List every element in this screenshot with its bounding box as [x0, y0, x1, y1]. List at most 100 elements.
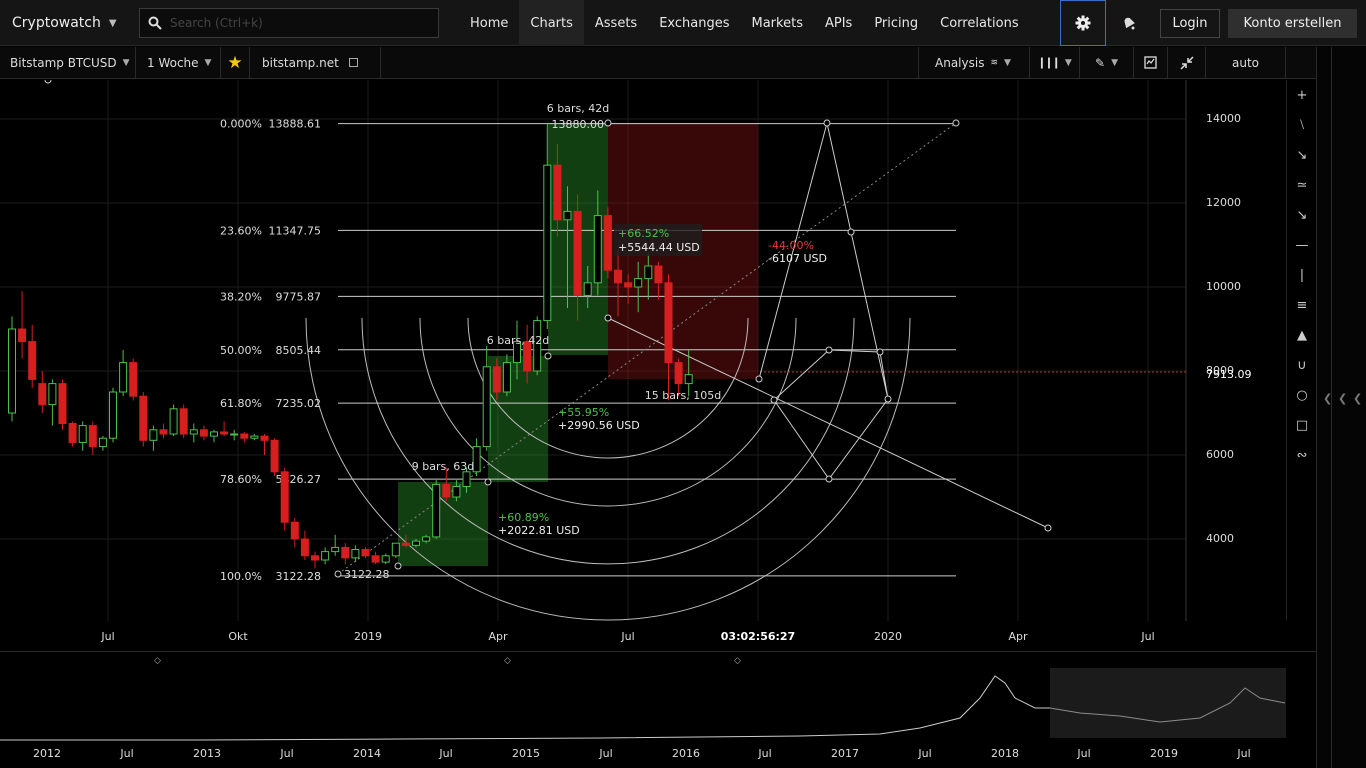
annotation-up2-usd: +2990.56 USD — [558, 419, 640, 432]
annotation-high-label: 13880.00 — [552, 118, 605, 131]
crosshair-icon[interactable]: + — [1287, 80, 1317, 110]
interval-selector[interactable]: 1 Woche ▼ — [136, 47, 221, 78]
nav-link-home[interactable]: Home — [459, 0, 519, 46]
time-tick-label: Jul — [101, 630, 115, 643]
annotation-low-label: 3122.28 — [344, 568, 390, 581]
candle-body — [109, 391, 117, 439]
scale-button[interactable]: auto — [1206, 47, 1286, 78]
drawing-menu[interactable]: ✎ ▼ — [1080, 47, 1134, 78]
candle-body — [311, 555, 319, 561]
candle-body — [583, 282, 592, 296]
line-icon[interactable]: ⧵ — [1287, 110, 1317, 140]
candle — [18, 291, 27, 359]
time-tick-label: Jul — [1141, 630, 1155, 643]
candle-body — [412, 540, 420, 546]
gear-icon — [1075, 15, 1091, 31]
candle-body — [543, 164, 552, 322]
market-label: Bitstamp BTCUSD — [10, 55, 117, 70]
overview-tick-label: Jul — [758, 747, 772, 760]
chart-type-menu[interactable]: ❙❙❙ ▼ — [1030, 47, 1080, 78]
favorite-button[interactable]: ★ — [221, 47, 250, 78]
circle-icon[interactable]: ○ — [1287, 380, 1317, 410]
nav-link-correlations[interactable]: Correlations — [929, 0, 1029, 46]
screenshot-button[interactable] — [1134, 47, 1168, 78]
price-tick-label: 12000 — [1206, 196, 1241, 209]
candle — [270, 438, 279, 476]
notifications-button[interactable] — [1106, 0, 1152, 46]
nav-link-apis[interactable]: APIs — [814, 0, 863, 46]
candle — [88, 421, 97, 455]
range-handle-right[interactable]: ◇ — [734, 656, 741, 666]
exchange-label: bitstamp.net — [262, 55, 339, 70]
fib-level-price: 11347.75 — [269, 224, 322, 237]
candle-body — [422, 536, 431, 542]
candle — [169, 404, 178, 437]
candle-body — [139, 395, 148, 441]
nav-link-pricing[interactable]: Pricing — [863, 0, 929, 46]
nav-link-exchanges[interactable]: Exchanges — [648, 0, 740, 46]
chart-toolbar: Bitstamp BTCUSD ▼ 1 Woche ▼ ★ bitstamp.n… — [0, 47, 1316, 79]
fib-level-pct: 61.80% — [220, 397, 262, 410]
candle-body — [442, 483, 451, 498]
market-selector[interactable]: Bitstamp BTCUSD ▼ — [0, 47, 136, 78]
ray-icon[interactable]: ↘ — [1287, 200, 1317, 230]
annotation-up1-usd: +5544.44 USD — [618, 241, 700, 254]
candle-body — [199, 429, 208, 437]
overview-tick-label: Jul — [599, 747, 613, 760]
fullscreen-button[interactable] — [1168, 47, 1206, 78]
chevron-left-icon[interactable]: ❮ — [1323, 392, 1332, 405]
candle — [290, 518, 299, 548]
price-chart[interactable]: 0.000% 13888.61 23.60% 11347.75 38.20% 9775.8… — [0, 80, 1286, 621]
anchor-point — [44, 80, 52, 84]
curve-icon[interactable]: ≃ — [1287, 170, 1317, 200]
candle-body — [341, 546, 350, 559]
nav-link-assets[interactable]: Assets — [584, 0, 648, 46]
path-icon[interactable]: ∾ — [1287, 440, 1317, 470]
candle-body — [462, 471, 471, 487]
overview-tick-label: 2016 — [672, 747, 700, 760]
signup-button[interactable]: Konto erstellen — [1228, 9, 1357, 38]
arc-tool-icon[interactable]: ∪ — [1287, 350, 1317, 380]
nav-link-charts[interactable]: Charts — [519, 0, 584, 46]
login-button[interactable]: Login — [1160, 9, 1220, 38]
chevron-left-icon[interactable]: ❮ — [1353, 392, 1362, 405]
search-input[interactable] — [170, 16, 430, 30]
candle — [300, 530, 309, 560]
vline-icon[interactable]: ❘ — [1287, 260, 1317, 290]
candle-body — [624, 282, 633, 288]
candle — [331, 534, 340, 556]
arrow-icon[interactable]: ↘ — [1287, 140, 1317, 170]
candle-body — [654, 265, 663, 284]
annotation-bars4: 9 bars, 63d — [412, 460, 474, 473]
exchange-link[interactable]: bitstamp.net — [250, 47, 381, 78]
time-tick-label: Apr — [1008, 630, 1028, 643]
brand-menu[interactable]: Cryptowatch ▼ — [0, 0, 130, 46]
chevron-down-icon: ▼ — [1004, 57, 1011, 68]
scale-label: auto — [1231, 55, 1259, 70]
fib-icon[interactable]: ≡ — [1287, 290, 1317, 320]
top-navigation: Cryptowatch ▼ HomeChartsAssetsExchangesM… — [0, 0, 1366, 46]
overview-tick-label: 2018 — [991, 747, 1019, 760]
anchor-point — [544, 352, 552, 360]
candle — [603, 207, 612, 279]
fan-icon[interactable]: ▲ — [1287, 320, 1317, 350]
candle — [220, 421, 229, 437]
hline-icon[interactable]: — — [1287, 230, 1317, 260]
fib-level-price: 8505.44 — [276, 344, 322, 357]
candle — [432, 480, 441, 539]
candle-body — [250, 435, 259, 439]
anchor-point — [484, 478, 492, 486]
overview-tick-label: 2013 — [193, 747, 221, 760]
rect-icon[interactable]: □ — [1287, 410, 1317, 440]
annotation-down-usd: -6107 USD — [768, 252, 827, 265]
analysis-menu[interactable]: Analysis ≋ ▼ — [918, 47, 1030, 78]
range-handle-left[interactable]: ◇ — [154, 656, 161, 666]
search-box[interactable] — [139, 8, 439, 38]
chevron-left-icon[interactable]: ❮ — [1338, 392, 1347, 405]
anchor-point — [825, 346, 833, 354]
range-handle-mid[interactable]: ◇ — [504, 656, 511, 666]
overview-tick-label: 2017 — [831, 747, 859, 760]
nav-link-markets[interactable]: Markets — [741, 0, 814, 46]
interval-label: 1 Woche — [147, 55, 199, 70]
settings-button[interactable] — [1060, 0, 1106, 46]
